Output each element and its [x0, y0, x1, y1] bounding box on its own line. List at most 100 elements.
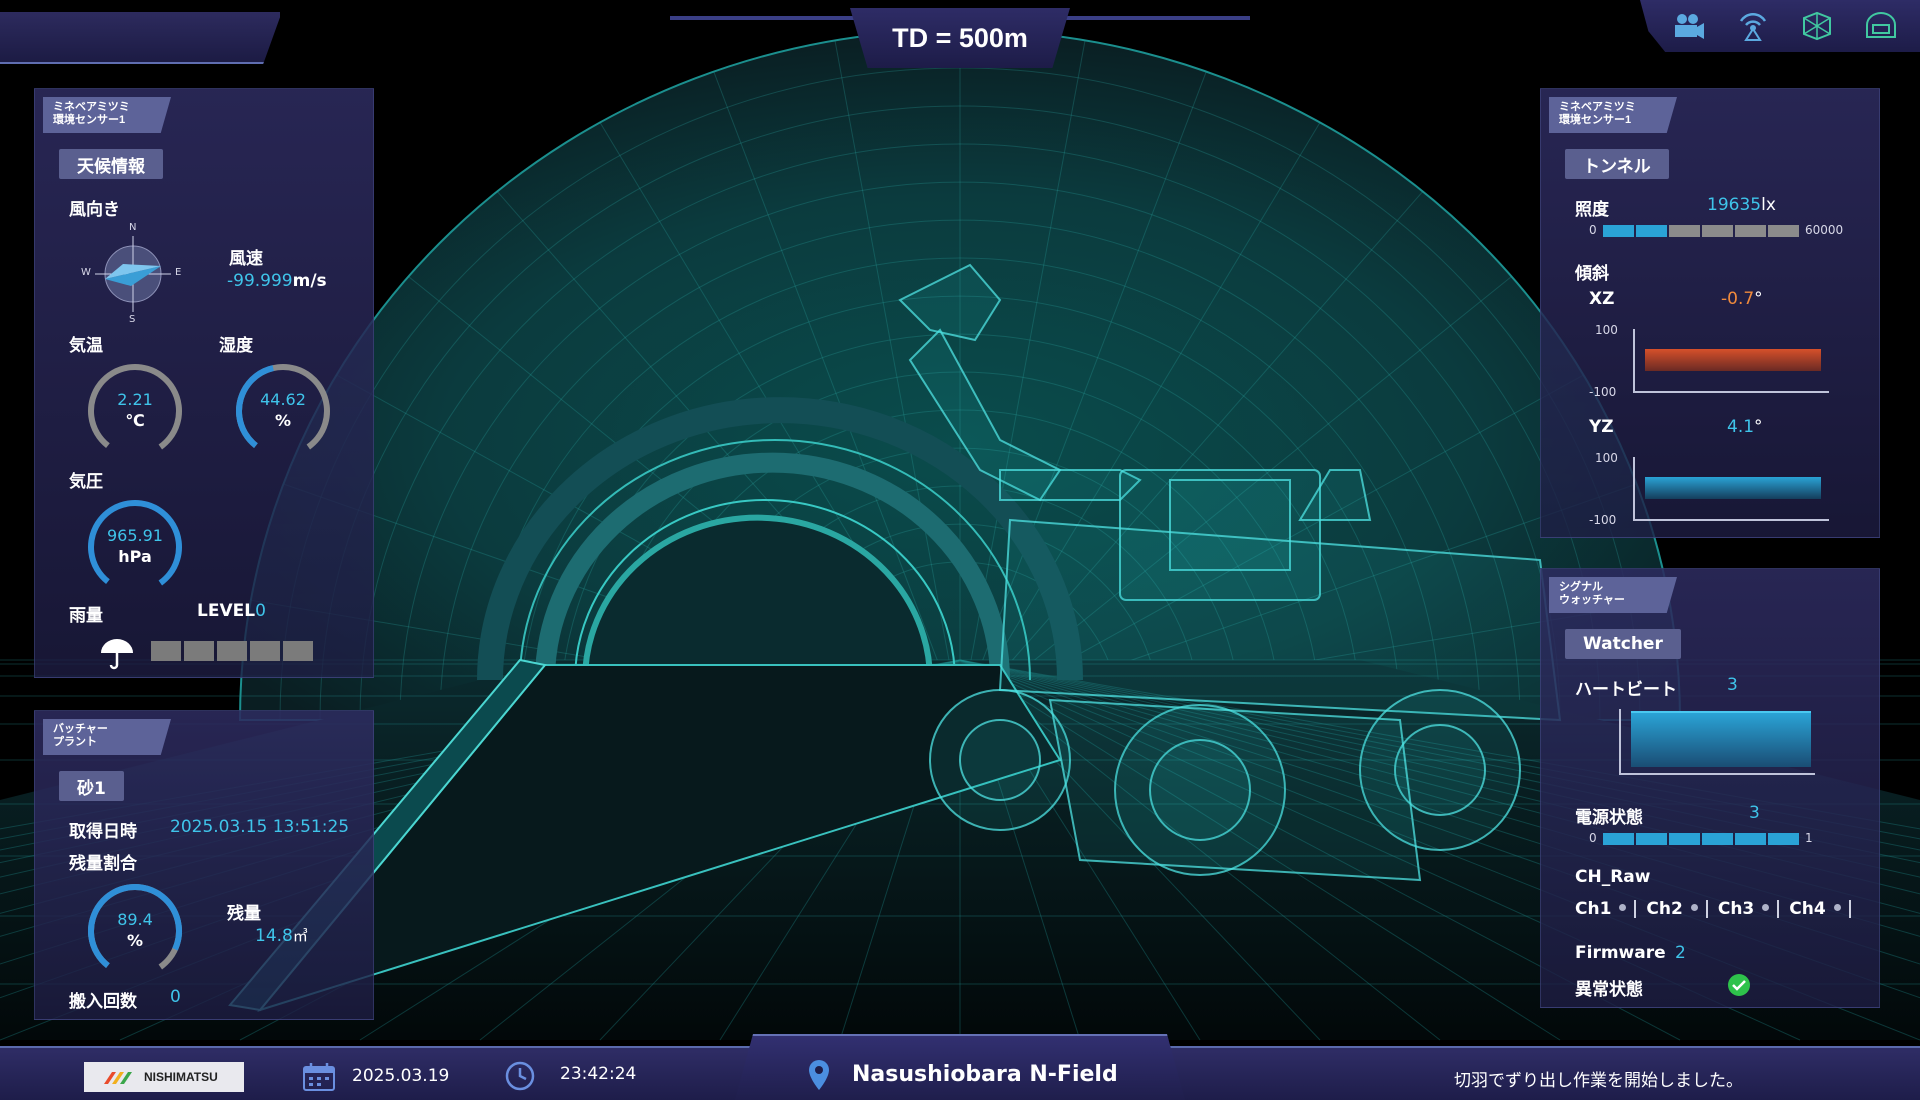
pressure-unit: hPa: [118, 547, 152, 566]
rain-level-bar: [151, 641, 313, 661]
channel-label: Ch1: [1575, 899, 1612, 919]
xz-axis-min: -100: [1589, 385, 1617, 399]
channel-divider: [1848, 900, 1851, 918]
camera-icon[interactable]: [1672, 10, 1706, 42]
company-logo: NISHIMATSU: [84, 1062, 244, 1092]
wind-speed-label: 風速: [229, 249, 263, 269]
illuminance-segment: [1636, 225, 1667, 237]
compass-n: N: [129, 222, 137, 233]
yz-readout: 4.1°: [1727, 417, 1763, 437]
material-button[interactable]: 砂1: [59, 771, 124, 801]
batcher-panel: バッチャー プラント 砂1 取得日時 2025.03.15 13:51:25 残…: [34, 710, 374, 1020]
location-pin-icon: [806, 1058, 832, 1096]
channel-divider: [1634, 900, 1637, 918]
channel-item: Ch3: [1717, 899, 1780, 919]
humidity-unit: %: [274, 411, 292, 430]
yz-axis-min: -100: [1589, 513, 1617, 527]
3d-cube-icon[interactable]: [1800, 10, 1834, 42]
weather-info-button[interactable]: 天候情報: [59, 149, 163, 179]
compass-icon: [95, 236, 171, 312]
yz-axis-max: 100: [1595, 451, 1618, 465]
company-name: NISHIMATSU: [144, 1070, 218, 1084]
illuminance-max: 60000: [1805, 223, 1844, 237]
yz-unit: °: [1754, 417, 1763, 437]
rain-segment: [151, 641, 181, 661]
illuminance-value: 19635: [1707, 195, 1762, 215]
signal-panel-tag: シグナル ウォッチャー: [1549, 577, 1677, 613]
rain-level-readout: LEVEL0: [197, 601, 266, 621]
batcher-panel-tag: バッチャー プラント: [43, 719, 171, 755]
ch-raw-label: CH_Raw: [1575, 867, 1651, 887]
clock-icon: [504, 1060, 536, 1096]
channel-label: Ch2: [1646, 899, 1683, 919]
channel-dot-icon: [1619, 904, 1627, 911]
channel-item: Ch1: [1575, 899, 1637, 919]
illuminance-segment: [1735, 225, 1766, 237]
xz-bar: [1645, 349, 1821, 371]
humidity-gauge: 44.62%: [233, 361, 333, 461]
footer-time: 23:42:24: [560, 1064, 637, 1084]
xz-value: -0.7: [1721, 289, 1755, 309]
wind-speed-unit: m/s: [292, 271, 327, 291]
remaining-ratio-gauge: 89.4%: [85, 881, 185, 981]
rain-label: 雨量: [69, 606, 103, 626]
firmware-value: 2: [1675, 943, 1686, 963]
xz-chart: [1633, 329, 1829, 393]
tunnel-button[interactable]: トンネル: [1565, 149, 1669, 179]
humidity-label: 湿度: [219, 336, 253, 356]
heartbeat-value: 3: [1727, 675, 1738, 695]
footer-location: Nasushiobara N-Field: [852, 1062, 1118, 1087]
rain-segment: [283, 641, 313, 661]
heartbeat-bar: [1631, 711, 1811, 767]
wind-speed-value: -99.999: [227, 271, 293, 291]
compass-s: S: [129, 314, 136, 325]
power-min: 0: [1589, 831, 1597, 845]
compass-e: E: [175, 267, 182, 278]
illuminance-bar: [1603, 225, 1799, 237]
td-label: TD = 500m: [892, 22, 1028, 53]
vehicle-icon[interactable]: [1864, 10, 1898, 42]
temperature-value: 2.21: [117, 390, 153, 409]
channel-dot-icon: [1690, 904, 1698, 911]
illuminance-min: 0: [1589, 223, 1597, 237]
humidity-value: 44.62: [260, 390, 306, 409]
signal-tower-icon[interactable]: [1736, 10, 1770, 42]
temperature-gauge: 2.21 ℃: [85, 361, 185, 461]
channel-item: Ch2: [1646, 899, 1708, 919]
channel-item: Ch4: [1789, 899, 1851, 919]
signal-watcher-panel: シグナル ウォッチャー Watcher ハートビート 3 電源状態 3 0 1 …: [1540, 568, 1880, 1008]
power-max: 1: [1805, 831, 1813, 845]
power-bar: [1603, 833, 1799, 845]
channel-label: Ch3: [1717, 899, 1755, 919]
pressure-label: 気圧: [69, 472, 103, 492]
calendar-icon: [302, 1062, 336, 1096]
footer-message: 切羽でずり出し作業を開始しました。: [1454, 1071, 1743, 1091]
umbrella-icon: [99, 635, 135, 675]
compass-w: W: [81, 267, 91, 278]
xz-readout: -0.7°: [1721, 289, 1763, 309]
power-label: 電源状態: [1575, 808, 1643, 828]
illuminance-segment: [1768, 225, 1799, 237]
remaining-value: 14.8: [255, 926, 293, 946]
wind-direction-label: 風向き: [69, 200, 120, 220]
top-left-bar: [0, 12, 280, 64]
rain-level-value: 0: [255, 601, 266, 621]
top-toolbar: [1640, 0, 1920, 52]
channel-label: Ch4: [1789, 899, 1826, 919]
weather-panel-tag: ミネベアミツミ 環境センサー1: [43, 97, 171, 133]
power-value: 3: [1749, 803, 1760, 823]
remaining-label: 残量: [227, 904, 261, 924]
temperature-unit: ℃: [125, 411, 145, 430]
wind-compass: N E S W: [81, 222, 183, 325]
channel-dot-icon: [1762, 904, 1770, 911]
tunnel-panel-tag: ミネベアミツミ 環境センサー1: [1549, 97, 1677, 133]
illuminance-segment: [1702, 225, 1733, 237]
pressure-gauge: 965.91 hPa: [85, 497, 185, 597]
watcher-button[interactable]: Watcher: [1565, 629, 1681, 659]
illuminance-unit: lx: [1761, 195, 1776, 215]
illuminance-label: 照度: [1575, 200, 1609, 220]
yz-bar: [1645, 477, 1821, 499]
acquired-value: 2025.03.15 13:51:25: [170, 817, 350, 837]
xz-axis-max: 100: [1595, 323, 1618, 337]
tilt-label: 傾斜: [1575, 264, 1609, 284]
